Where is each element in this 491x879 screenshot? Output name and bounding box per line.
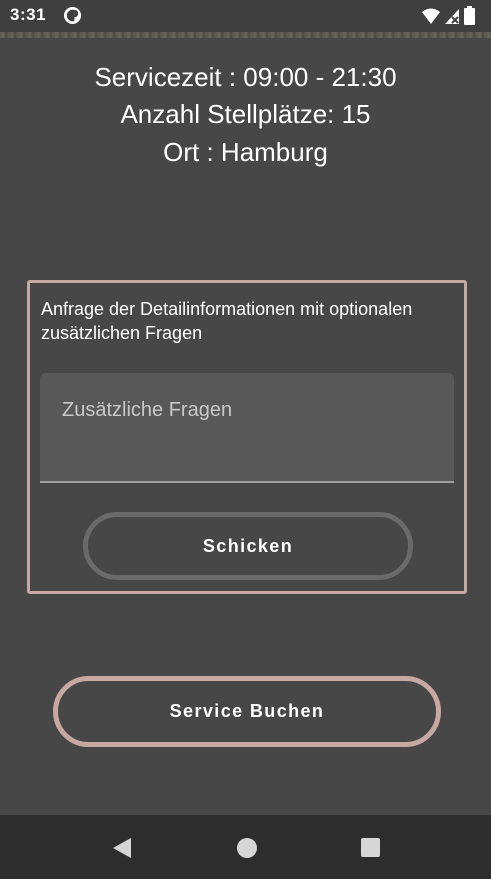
additional-questions-placeholder: Zusätzliche Fragen <box>62 399 233 421</box>
location-text: Ort : Hamburg <box>163 137 328 167</box>
status-bar: 3:31 <box>0 0 491 32</box>
recent-apps-icon[interactable] <box>361 838 380 857</box>
home-icon[interactable] <box>237 838 257 858</box>
app-notification-icon <box>63 6 82 25</box>
header-texture-strip <box>0 32 491 38</box>
wifi-icon <box>422 8 440 24</box>
additional-questions-input[interactable]: Zusätzliche Fragen <box>40 373 454 483</box>
status-time: 3:31 <box>10 5 47 24</box>
send-button[interactable]: Schicken <box>83 512 413 580</box>
battery-icon <box>464 6 475 25</box>
parking-count-text: Anzahl Stellplätze: 15 <box>120 99 371 129</box>
service-time-text: Servicezeit : 09:00 - 21:30 <box>94 62 397 92</box>
status-icons-group <box>422 6 475 25</box>
book-service-button[interactable]: Service Buchen <box>53 676 441 747</box>
navigation-bar <box>0 815 491 879</box>
back-icon[interactable] <box>111 837 133 859</box>
request-card: Anfrage der Detailinformationen mit opti… <box>27 280 467 594</box>
cellular-signal-icon <box>445 9 459 24</box>
request-description: Anfrage der Detailinformationen mit opti… <box>41 299 413 343</box>
